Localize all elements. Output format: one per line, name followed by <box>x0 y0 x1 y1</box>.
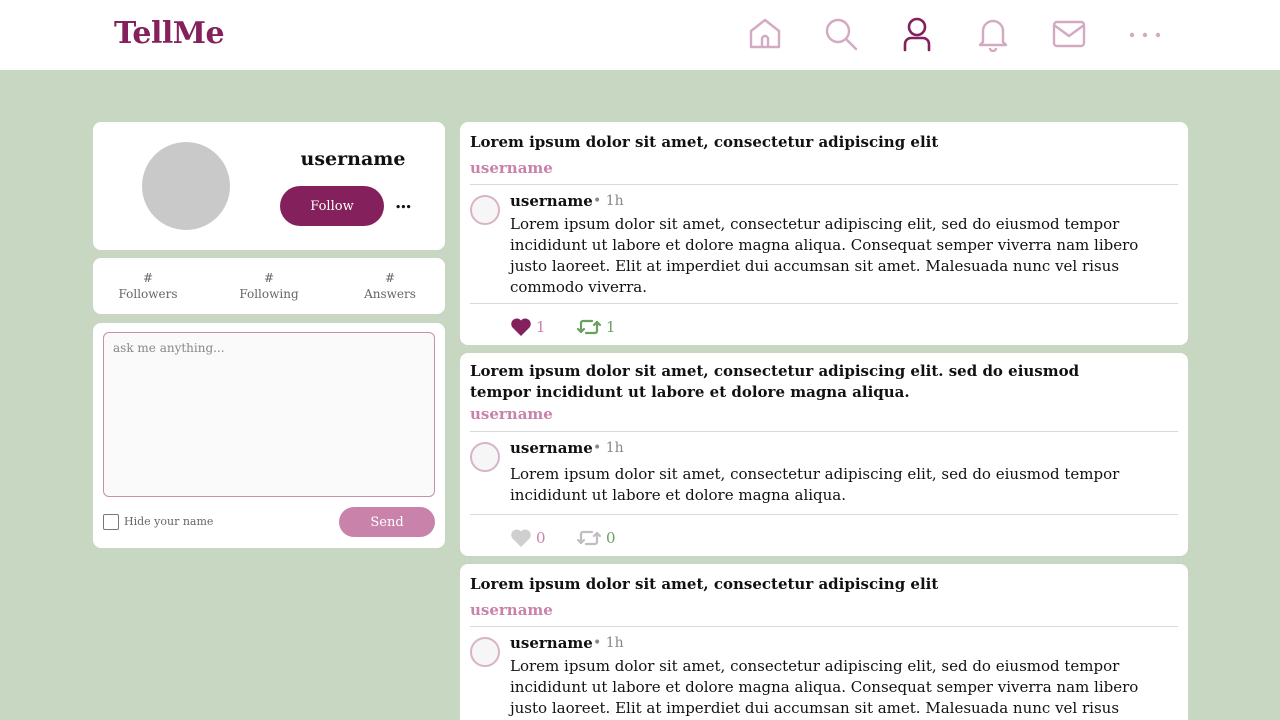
asker-username[interactable]: username <box>470 601 553 619</box>
retweet-button[interactable]: 0 <box>576 528 616 548</box>
profile-more-button[interactable]: ... <box>395 192 412 213</box>
like-count: 1 <box>536 318 546 336</box>
home-icon <box>749 18 781 49</box>
answer-time: • 1h <box>593 440 624 456</box>
profile-avatar <box>142 142 230 230</box>
answer-text: Lorem ipsum dolor sit amet, consectetur … <box>510 215 1139 296</box>
stat-answers-label: Answers <box>364 287 416 301</box>
divider <box>470 514 1178 515</box>
answerer-username[interactable]: username <box>510 439 593 457</box>
nav-home-button[interactable] <box>746 15 784 53</box>
answerer-avatar[interactable] <box>470 442 500 472</box>
stat-answers[interactable]: # Answers <box>340 270 440 302</box>
nav-notifications-button[interactable] <box>974 15 1012 53</box>
hide-name-checkbox[interactable] <box>103 514 119 530</box>
answerer-avatar[interactable] <box>470 195 500 225</box>
answer-time: • 1h <box>593 193 624 209</box>
stat-followers-count: # <box>142 271 154 285</box>
retweet-button[interactable]: 1 <box>576 317 616 337</box>
stat-followers-label: Followers <box>118 287 178 301</box>
ask-card: Hide your name Send <box>93 323 445 548</box>
answerer-username[interactable]: username <box>510 192 593 210</box>
answer-text: Lorem ipsum dolor sit amet, consectetur … <box>510 657 1139 717</box>
nav-search-button[interactable] <box>822 15 860 53</box>
asker-username[interactable]: username <box>470 405 553 423</box>
divider <box>470 626 1178 627</box>
retweet-icon <box>576 319 602 335</box>
question-title: Lorem ipsum dolor sit amet, consectetur … <box>470 575 939 593</box>
send-button[interactable]: Send <box>339 507 435 537</box>
stat-answers-count: # <box>384 271 396 285</box>
top-bar: TellMe <box>0 0 1280 70</box>
post-card: Lorem ipsum dolor sit amet, consectetur … <box>460 353 1188 556</box>
stats-card: # Followers # Following # Answers <box>93 258 445 314</box>
divider <box>470 184 1178 185</box>
nav-messages-button[interactable] <box>1050 15 1088 53</box>
retweet-icon <box>576 530 602 546</box>
answer-text: Lorem ipsum dolor sit amet, consectetur … <box>510 465 1120 504</box>
answer-time: • 1h <box>593 635 624 651</box>
heart-icon <box>511 529 531 547</box>
like-button[interactable]: 0 <box>510 528 546 548</box>
app-logo[interactable]: TellMe <box>114 16 225 51</box>
hide-name-label: Hide your name <box>124 515 214 528</box>
retweet-count: 0 <box>606 529 616 547</box>
profile-card: username Follow ... <box>93 122 445 250</box>
like-count: 0 <box>536 529 546 547</box>
bell-icon <box>978 19 1008 52</box>
follow-button[interactable]: Follow <box>280 186 384 226</box>
retweet-count: 1 <box>606 318 616 336</box>
nav-more-button[interactable] <box>1126 15 1164 53</box>
stat-following[interactable]: # Following <box>219 270 319 302</box>
answerer-username[interactable]: username <box>510 634 593 652</box>
more-icon <box>1129 32 1161 38</box>
post-card: Lorem ipsum dolor sit amet, consectetur … <box>460 564 1188 720</box>
profile-username: username <box>300 148 406 170</box>
asker-username[interactable]: username <box>470 159 553 177</box>
search-icon <box>825 18 858 51</box>
main-nav <box>746 15 1164 53</box>
stat-following-label: Following <box>239 287 299 301</box>
mail-icon <box>1052 20 1086 48</box>
divider <box>470 431 1178 432</box>
stat-following-count: # <box>263 271 275 285</box>
divider <box>470 303 1178 304</box>
question-title: Lorem ipsum dolor sit amet, consectetur … <box>470 362 1080 401</box>
nav-profile-button[interactable] <box>898 15 936 53</box>
heart-icon <box>511 318 531 336</box>
like-button[interactable]: 1 <box>510 317 546 337</box>
stat-followers[interactable]: # Followers <box>98 270 198 302</box>
question-title: Lorem ipsum dolor sit amet, consectetur … <box>470 133 939 151</box>
ask-input[interactable] <box>103 332 435 497</box>
post-card: Lorem ipsum dolor sit amet, consectetur … <box>460 122 1188 345</box>
answerer-avatar[interactable] <box>470 637 500 667</box>
profile-icon <box>903 17 931 52</box>
